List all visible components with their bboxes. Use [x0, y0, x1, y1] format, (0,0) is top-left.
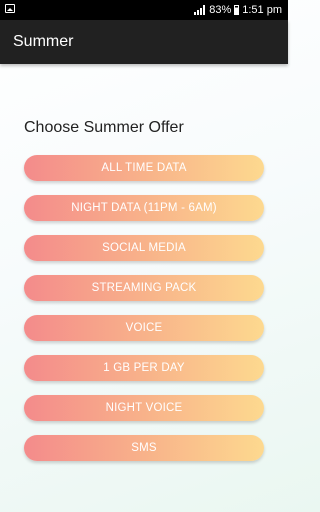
one-gb-per-day-button[interactable]: 1 GB PER DAY [24, 355, 264, 381]
night-data-button[interactable]: NIGHT DATA (11PM - 6AM) [24, 195, 264, 221]
voice-button[interactable]: VOICE [24, 315, 264, 341]
status-bar: 83% 1:51 pm [0, 0, 288, 20]
sms-button[interactable]: SMS [24, 435, 264, 461]
page-heading: Choose Summer Offer [24, 119, 184, 136]
battery-percent: 83% [209, 4, 232, 16]
status-right: 83% 1:51 pm [194, 0, 282, 20]
social-media-button[interactable]: SOCIAL MEDIA [24, 235, 264, 261]
clock: 1:51 pm [242, 4, 282, 16]
offer-list: ALL TIME DATA NIGHT DATA (11PM - 6AM) SO… [24, 155, 264, 475]
battery-icon [234, 5, 240, 15]
night-voice-button[interactable]: NIGHT VOICE [24, 395, 264, 421]
signal-icon [194, 5, 206, 15]
streaming-pack-button[interactable]: STREAMING PACK [24, 275, 264, 301]
image-notification-icon [5, 4, 15, 13]
all-time-data-button[interactable]: ALL TIME DATA [24, 155, 264, 181]
app-bar: Summer [0, 20, 288, 64]
app-title: Summer [13, 33, 74, 50]
